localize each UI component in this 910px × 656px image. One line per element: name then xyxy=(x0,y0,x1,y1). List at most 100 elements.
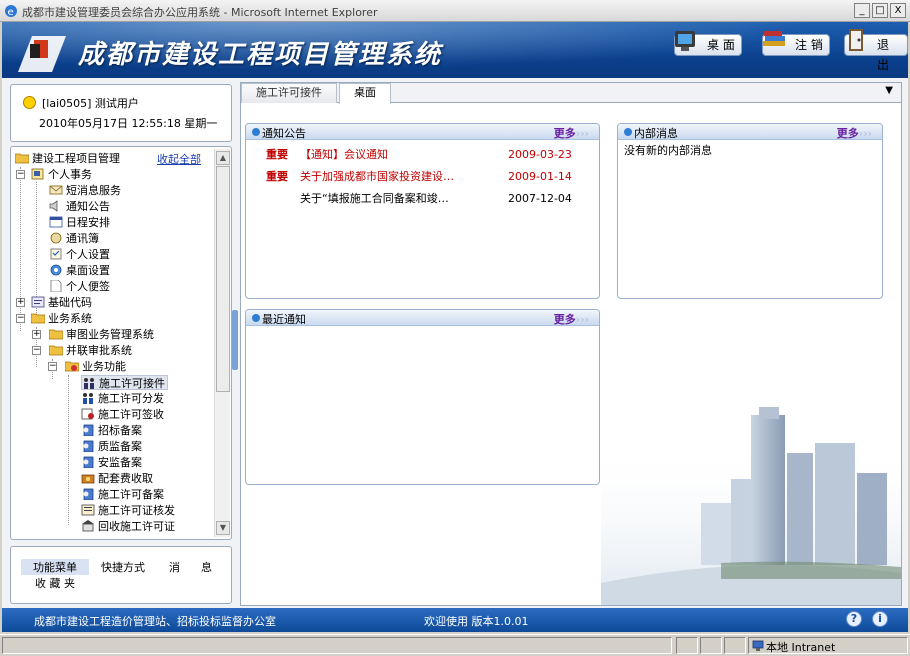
tree-node-fee-collection[interactable]: 配套费收取 xyxy=(81,471,153,486)
address-book-icon xyxy=(50,232,62,244)
info-icon[interactable]: i xyxy=(872,611,888,627)
minimize-button[interactable]: _ xyxy=(854,3,870,18)
collapse-all-link[interactable]: 收起全部 xyxy=(157,151,201,167)
desktop-icon xyxy=(675,31,695,51)
folder-open-icon xyxy=(31,313,45,324)
tree-node-personal-settings[interactable]: 个人设置 xyxy=(49,247,110,262)
settings-icon xyxy=(50,248,62,260)
user-line: [lai0505] 测试用户 xyxy=(23,95,139,111)
panel-splitter-handle[interactable] xyxy=(232,310,238,370)
tree-node-permit-filing[interactable]: 施工许可备案 xyxy=(81,487,164,502)
logout-button[interactable]: 注 销 xyxy=(762,31,830,56)
tree-toggle[interactable]: − xyxy=(16,314,25,323)
tree-node-label: 通讯簿 xyxy=(66,232,99,245)
internal-panel-header: 内部消息 更多››› xyxy=(618,124,882,140)
sign-icon xyxy=(81,408,94,420)
notice-more-link[interactable]: 更多››› xyxy=(554,125,589,141)
tree-toggle[interactable]: + xyxy=(16,298,25,307)
tree-node-label: 业务系统 xyxy=(48,312,92,325)
tree-node-permit-distribute[interactable]: 施工许可分发 xyxy=(81,391,164,406)
notice-title-link[interactable]: 关于“填报施工合同备案和竣… xyxy=(300,192,449,206)
tree-toggle[interactable]: − xyxy=(48,362,57,371)
tree-node-business-functions[interactable]: 业务功能 xyxy=(65,359,126,374)
notice-row[interactable]: 重要 xyxy=(266,170,288,184)
folder-open-icon xyxy=(49,345,63,356)
tab-desktop[interactable]: 桌面 xyxy=(339,83,391,104)
exit-button-label: 退 出 xyxy=(877,38,890,72)
tab-permit-intake[interactable]: 施工许可接件 xyxy=(241,83,337,103)
tree-node-label: 业务功能 xyxy=(82,360,126,373)
tree-node-permit-recall[interactable]: 回收施工许可证 xyxy=(81,519,175,534)
status-segment xyxy=(724,637,746,654)
notice-title-link[interactable]: 【通知】会议通知 xyxy=(300,148,388,162)
help-icon[interactable]: ? xyxy=(846,611,862,627)
tree-node-notice[interactable]: 通知公告 xyxy=(49,199,110,214)
tree-node-drawing-review[interactable]: 审图业务管理系统 xyxy=(49,327,154,342)
file-person-icon xyxy=(83,488,94,500)
tree-node-label: 个人便签 xyxy=(66,280,110,293)
tab-function-menu[interactable]: 功能菜单 xyxy=(21,559,89,575)
tree-node-business[interactable]: 业务系统 xyxy=(31,311,92,326)
tree-node-sms[interactable]: 短消息服务 xyxy=(49,183,121,198)
internal-panel-title: 内部消息 xyxy=(634,127,678,140)
notice-row[interactable]: 重要 xyxy=(266,148,288,162)
tab-messages-2[interactable]: 息 xyxy=(201,559,212,575)
tree-toggle[interactable]: − xyxy=(16,170,25,179)
tree-node-base-code[interactable]: 基础代码 xyxy=(31,295,92,310)
tree-node-schedule[interactable]: 日程安排 xyxy=(49,215,110,230)
tree-node-label: 回收施工许可证 xyxy=(98,520,175,533)
folder-open-icon xyxy=(15,153,29,164)
close-window-button[interactable]: X xyxy=(890,3,906,18)
desktop-button[interactable]: 桌 面 xyxy=(674,31,742,56)
scroll-down-icon[interactable]: ▼ xyxy=(216,521,230,535)
app-title: 成都市建设工程项目管理系统 xyxy=(78,40,443,70)
tree-node-label: 配套费收取 xyxy=(98,472,153,485)
maximize-button[interactable]: □ xyxy=(872,3,888,18)
tree-node-parallel-approval[interactable]: 并联审批系统 xyxy=(49,343,132,358)
tree-node-label: 施工许可备案 xyxy=(98,488,164,501)
tree-node-contacts[interactable]: 通讯簿 xyxy=(49,231,99,246)
tree-node-safety-filing[interactable]: 安监备案 xyxy=(81,455,142,470)
tree-node-personal[interactable]: 个人事务 xyxy=(31,167,92,182)
scroll-thumb[interactable] xyxy=(216,166,230,392)
people-distribute-icon xyxy=(83,393,93,404)
tree-node-tender-filing[interactable]: 招标备案 xyxy=(81,423,142,438)
tree-node-desktop-settings[interactable]: 桌面设置 xyxy=(49,263,110,278)
app-logo-icon xyxy=(18,36,66,72)
tab-favorites[interactable]: 收 藏 夹 xyxy=(35,575,75,591)
tree-node-permit-intake[interactable]: 施工许可接件 xyxy=(81,375,168,390)
tree-node-quality-filing[interactable]: 质监备案 xyxy=(81,439,142,454)
status-org-text: 成都市建设工程造价管理站、招标投标监督办公室 xyxy=(34,615,276,628)
tree-toggle[interactable]: + xyxy=(32,330,41,339)
tree-toggle[interactable]: − xyxy=(32,346,41,355)
notice-date-text: 2009-01-14 xyxy=(508,170,572,183)
tree-scrollbar[interactable]: ▲ ▼ xyxy=(214,149,230,537)
people-icon xyxy=(84,378,94,389)
notice-title: 关于加强成都市国家投资建设… xyxy=(300,170,454,183)
app-header: 成都市建设工程项目管理系统 桌 面 注 销 退 出 xyxy=(2,22,908,78)
tree-node-root[interactable]: 建设工程项目管理 xyxy=(15,151,120,166)
notice-title-link[interactable]: 关于加强成都市国家投资建设… xyxy=(300,170,454,184)
notice-date: 2009-01-14 xyxy=(508,170,572,184)
internal-more-link[interactable]: 更多››› xyxy=(837,125,872,141)
desktop-settings-icon xyxy=(50,264,62,276)
certificate-icon xyxy=(81,504,95,516)
bullet-icon xyxy=(252,314,260,322)
tree-node-label: 桌面设置 xyxy=(66,264,110,277)
scroll-up-icon[interactable]: ▲ xyxy=(216,151,230,165)
tab-shortcuts[interactable]: 快捷方式 xyxy=(101,559,145,575)
exit-button[interactable]: 退 出 xyxy=(844,29,908,72)
tree-node-permit-sign[interactable]: 施工许可签收 xyxy=(81,407,164,422)
recent-more-link[interactable]: 更多››› xyxy=(554,311,589,327)
tree-node-notes[interactable]: 个人便签 xyxy=(49,279,110,294)
more-arrows-icon: ››› xyxy=(575,313,589,326)
tree-node-label: 招标备案 xyxy=(98,424,142,437)
tree-node-label: 安监备案 xyxy=(98,456,142,469)
window-title: 成都市建设管理委员会综合办公应用系统 - Microsoft Internet … xyxy=(22,6,378,19)
tree-node-permit-issue[interactable]: 施工许可证核发 xyxy=(81,503,175,518)
security-zone-label: 本地 Intranet xyxy=(766,641,836,654)
notice-panel-header: 通知公告 更多››› xyxy=(246,124,599,140)
internal-message-panel: 内部消息 更多››› 没有新的内部消息 xyxy=(617,123,883,299)
tab-menu-dropdown-icon[interactable]: ▼ xyxy=(885,85,893,96)
tab-messages-1[interactable]: 消 xyxy=(169,559,180,575)
